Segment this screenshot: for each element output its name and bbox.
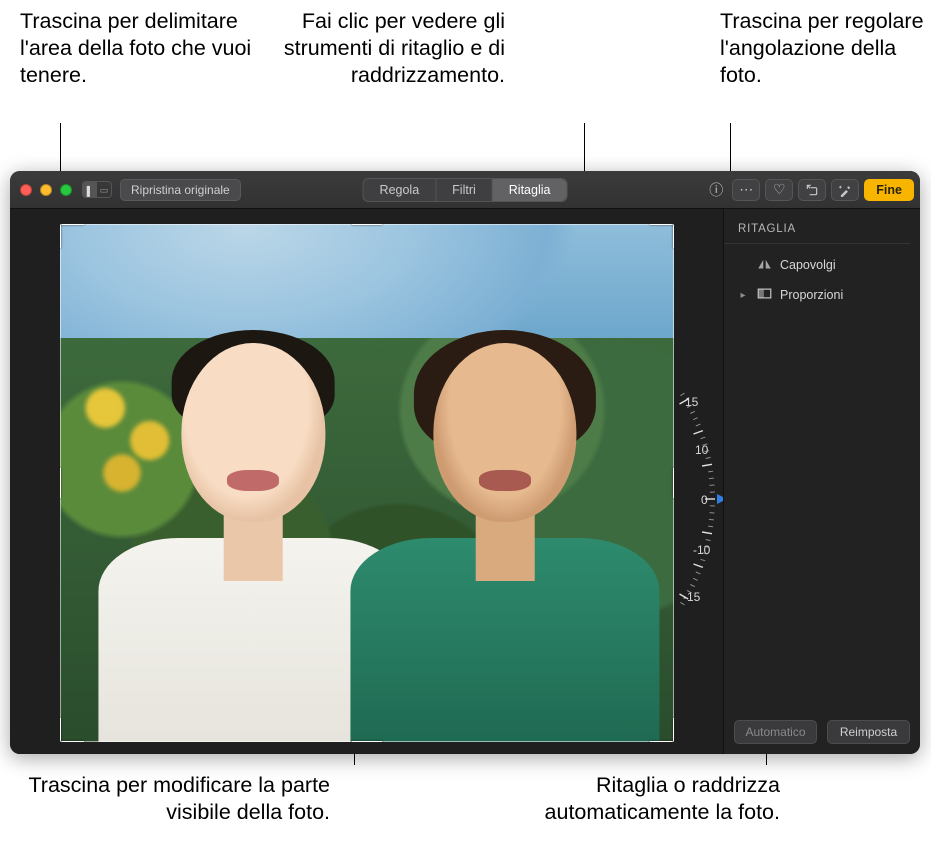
more-icon[interactable]: ⋯: [732, 179, 760, 201]
crop-handle-bottom[interactable]: [352, 741, 382, 742]
chevron-right-icon: ▸: [738, 290, 748, 301]
crop-handle-left[interactable]: [60, 468, 61, 498]
photo-canvas[interactable]: [60, 224, 674, 742]
crop-handle-top-left[interactable]: [60, 224, 84, 248]
tab-crop[interactable]: Ritaglia: [493, 179, 567, 201]
svg-text:-15: -15: [683, 590, 701, 604]
panel-title: RITAGLIA: [724, 209, 910, 244]
autoenhance-icon[interactable]: [831, 179, 859, 201]
auto-crop-button[interactable]: Automatico: [734, 720, 817, 744]
layout-switch[interactable]: ▌▭: [82, 181, 112, 198]
photos-edit-window: ▌▭ Ripristina originale Regola Filtri Ri…: [10, 171, 920, 754]
crop-handle-bottom-left[interactable]: [60, 718, 84, 742]
callout-crop-tools: Fai clic per vedere gli strumenti di rit…: [225, 8, 505, 89]
flip-row[interactable]: Capovolgi: [724, 250, 920, 280]
callout-auto: Ritaglia o raddrizza automaticamente la …: [435, 772, 780, 826]
svg-text:15: 15: [685, 395, 699, 409]
callout-visible: Trascina per modificare la parte visibil…: [10, 772, 330, 826]
window-toolbar: ▌▭ Ripristina originale Regola Filtri Ri…: [10, 171, 920, 209]
svg-text:10: 10: [695, 443, 709, 457]
done-button[interactable]: Fine: [864, 179, 914, 201]
callout-angle: Trascina per regolare l'angolazione dell…: [720, 8, 925, 89]
aspect-icon: [756, 287, 772, 303]
straighten-dial[interactable]: 15 10 0 -10 -15: [635, 369, 723, 629]
tab-adjust[interactable]: Regola: [364, 179, 437, 201]
crop-handle-top[interactable]: [352, 224, 382, 225]
aspect-row[interactable]: ▸ Proporzioni: [724, 280, 920, 310]
revert-original-button[interactable]: Ripristina originale: [120, 179, 241, 201]
crop-handle-bottom-right[interactable]: [650, 718, 674, 742]
angle-value: 0: [701, 493, 708, 507]
favorite-icon[interactable]: ♡: [765, 179, 793, 201]
info-icon[interactable]: ⓘ: [705, 179, 727, 201]
minimize-window-button[interactable]: [40, 184, 52, 196]
tab-filters[interactable]: Filtri: [436, 179, 493, 201]
fullscreen-window-button[interactable]: [60, 184, 72, 196]
flip-label: Capovolgi: [780, 258, 836, 272]
close-window-button[interactable]: [20, 184, 32, 196]
edit-stage: 15 10 0 -10 -15: [10, 209, 723, 754]
crop-side-panel: RITAGLIA Capovolgi ▸ Proporzioni: [723, 209, 920, 754]
aspect-label: Proporzioni: [780, 288, 843, 302]
crop-handle-top-right[interactable]: [650, 224, 674, 248]
flip-icon: [756, 257, 772, 273]
svg-text:-10: -10: [693, 543, 711, 557]
spacer: [738, 260, 748, 271]
rotate-icon[interactable]: [798, 179, 826, 201]
window-traffic-lights: [20, 184, 72, 196]
reset-crop-button[interactable]: Reimposta: [827, 720, 910, 744]
edit-mode-tabs: Regola Filtri Ritaglia: [363, 178, 568, 202]
